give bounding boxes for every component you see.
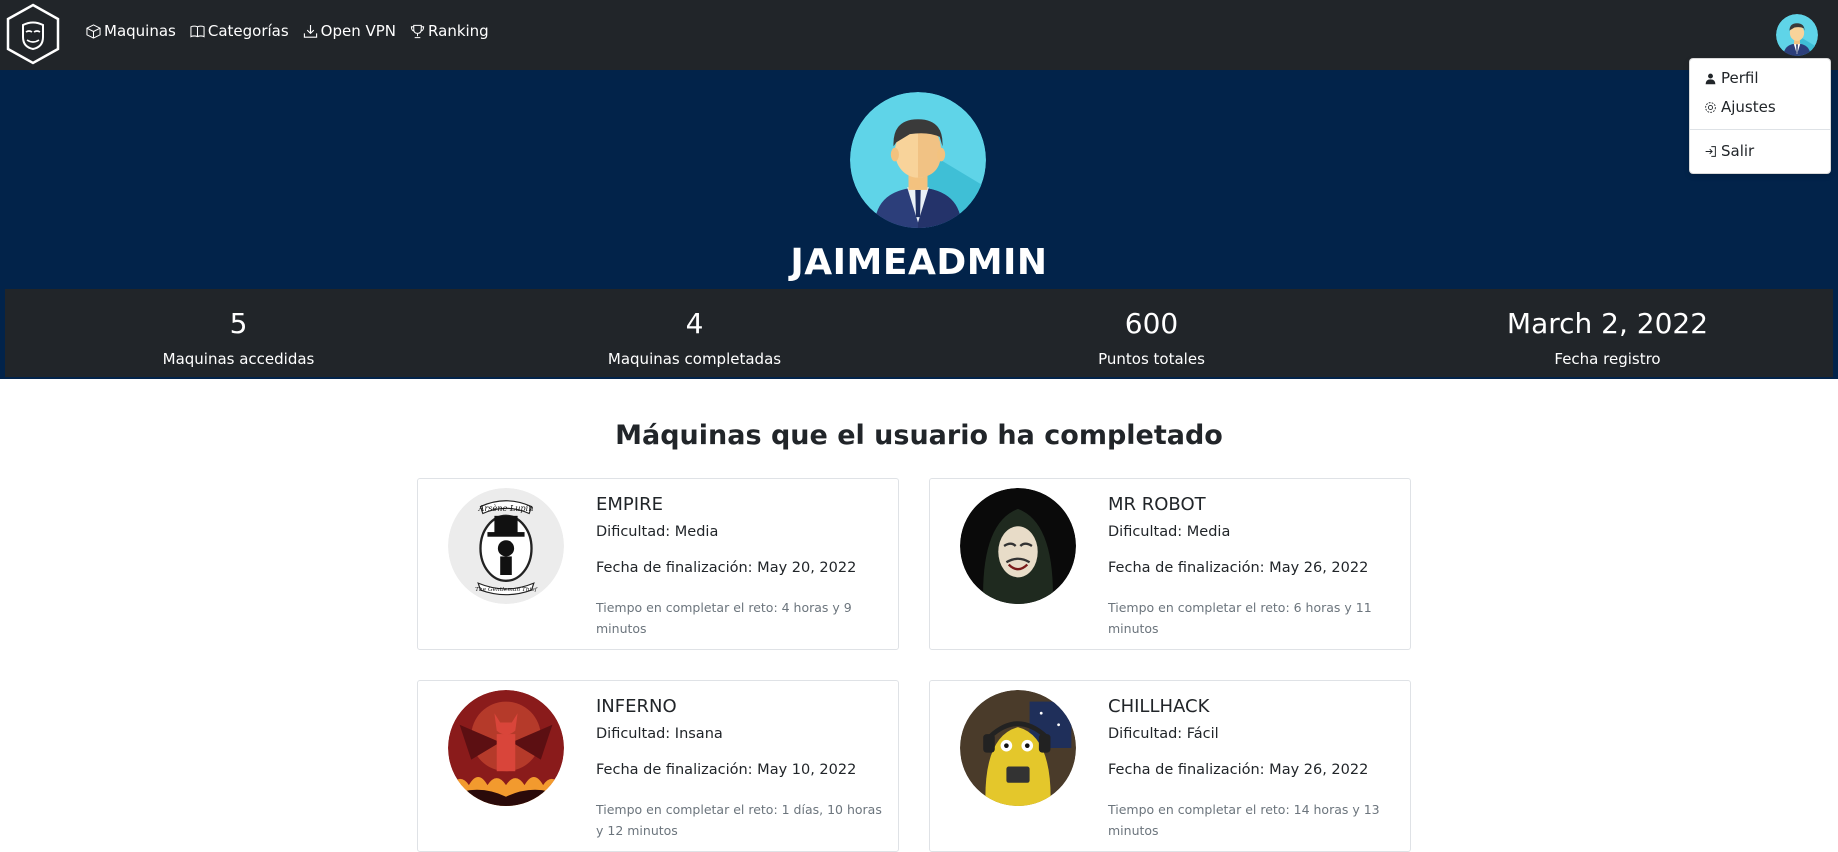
box-icon bbox=[86, 23, 101, 39]
dropdown-item-ajustes[interactable]: Ajustes bbox=[1704, 98, 1776, 116]
nav-link-label: Categorías bbox=[207, 22, 289, 40]
profile-username: JAIMEADMIN bbox=[790, 242, 1048, 283]
user-dropdown-menu: Perfil Ajustes Salir bbox=[1689, 58, 1831, 174]
dropdown-item-label: Ajustes bbox=[1721, 98, 1776, 116]
profile-hero: JAIMEADMIN 5 Maquinas accedidas 4 Maquin… bbox=[0, 70, 1838, 379]
nav-link-ranking[interactable]: Ranking bbox=[410, 22, 489, 40]
stat-maquinas-completadas: 4 Maquinas completadas bbox=[466, 289, 923, 377]
machine-card-inferno[interactable]: INFERNO Dificultad: Insana Fecha de fina… bbox=[417, 680, 899, 852]
stat-fecha-registro: March 2, 2022 Fecha registro bbox=[1379, 289, 1836, 377]
machine-difficulty: Dificultad: Insana bbox=[596, 726, 723, 742]
nav-link-maquinas[interactable]: Maquinas bbox=[86, 22, 176, 40]
stat-label: Maquinas completadas bbox=[607, 350, 782, 368]
user-avatar-menu[interactable] bbox=[1776, 14, 1818, 56]
dropdown-item-label: Salir bbox=[1721, 142, 1755, 160]
machine-name: MR ROBOT bbox=[1108, 494, 1206, 515]
machine-completion-time: Tiempo en completar el reto: 6 horas y 1… bbox=[1108, 600, 1372, 636]
logout-icon bbox=[1705, 145, 1716, 157]
machine-difficulty: Dificultad: Fácil bbox=[1108, 726, 1219, 742]
download-icon bbox=[303, 24, 317, 38]
top-navbar: Maquinas Categorías Open VPN Ranking bbox=[0, 0, 1838, 70]
stat-value: 4 bbox=[685, 307, 704, 340]
machine-difficulty: Dificultad: Media bbox=[1108, 524, 1231, 540]
machine-completion-date: Fecha de finalización: May 10, 2022 bbox=[596, 762, 857, 778]
gear-icon bbox=[1705, 101, 1716, 113]
stat-label: Maquinas accedidas bbox=[162, 350, 315, 368]
machine-card-empire[interactable]: Arsène Lupin The Gentleman Thief EMPIRE … bbox=[417, 478, 899, 650]
dropdown-divider bbox=[1690, 129, 1830, 130]
stat-value: March 2, 2022 bbox=[1506, 307, 1709, 340]
person-icon bbox=[1705, 73, 1716, 84]
machine-image-inferno bbox=[448, 690, 564, 806]
machine-name: EMPIRE bbox=[596, 494, 663, 515]
trophy-icon bbox=[410, 24, 425, 38]
machine-difficulty: Dificultad: Media bbox=[596, 524, 719, 540]
machine-completion-time: Tiempo en completar el reto: 4 horas y 9… bbox=[596, 600, 852, 636]
nav-link-label: Ranking bbox=[428, 22, 489, 40]
machine-completion-date: Fecha de finalización: May 26, 2022 bbox=[1108, 560, 1369, 576]
stat-value: 5 bbox=[229, 307, 248, 340]
machine-image-chillhack bbox=[960, 690, 1076, 806]
brand-logo[interactable] bbox=[5, 3, 61, 65]
completed-section-title: Máquinas que el usuario ha completado bbox=[615, 420, 1223, 451]
machine-completion-time: Tiempo en completar el reto: 1 días, 10 … bbox=[596, 802, 882, 838]
dropdown-item-perfil[interactable]: Perfil bbox=[1704, 69, 1759, 87]
dropdown-item-salir[interactable]: Salir bbox=[1704, 142, 1754, 160]
machine-card-chillhack[interactable]: CHILLHACK Dificultad: Fácil Fecha de fin… bbox=[929, 680, 1411, 852]
stat-maquinas-accedidas: 5 Maquinas accedidas bbox=[10, 289, 467, 377]
machine-card-mr-robot[interactable]: MR ROBOT Dificultad: Media Fecha de fina… bbox=[929, 478, 1411, 650]
book-icon bbox=[190, 25, 205, 37]
machine-name: INFERNO bbox=[596, 696, 677, 717]
machine-completion-date: Fecha de finalización: May 20, 2022 bbox=[596, 560, 857, 576]
profile-avatar bbox=[850, 92, 986, 228]
machine-image-empire: Arsène Lupin The Gentleman Thief bbox=[448, 488, 564, 604]
nav-link-label: Maquinas bbox=[104, 22, 176, 40]
nav-link-categorias[interactable]: Categorías bbox=[190, 22, 289, 40]
logo-top-text: Arsène Lupin bbox=[478, 503, 534, 513]
profile-stats-bar: 5 Maquinas accedidas 4 Maquinas completa… bbox=[5, 289, 1833, 377]
nav-link-open-vpn[interactable]: Open VPN bbox=[303, 22, 396, 40]
stat-label: Fecha registro bbox=[1554, 350, 1661, 368]
machine-completion-date: Fecha de finalización: May 26, 2022 bbox=[1108, 762, 1369, 778]
machine-name: CHILLHACK bbox=[1108, 696, 1210, 717]
nav-link-label: Open VPN bbox=[320, 22, 397, 40]
machine-image-mr-robot bbox=[960, 488, 1076, 604]
nav-links: Maquinas Categorías Open VPN Ranking bbox=[86, 22, 489, 40]
machine-completion-time: Tiempo en completar el reto: 14 horas y … bbox=[1108, 802, 1380, 838]
stat-label: Puntos totales bbox=[1098, 350, 1205, 368]
dropdown-item-label: Perfil bbox=[1721, 69, 1759, 87]
stat-puntos-totales: 600 Puntos totales bbox=[923, 289, 1380, 377]
stat-value: 600 bbox=[1124, 307, 1179, 340]
logo-bottom-text: The Gentleman Thief bbox=[475, 587, 538, 593]
